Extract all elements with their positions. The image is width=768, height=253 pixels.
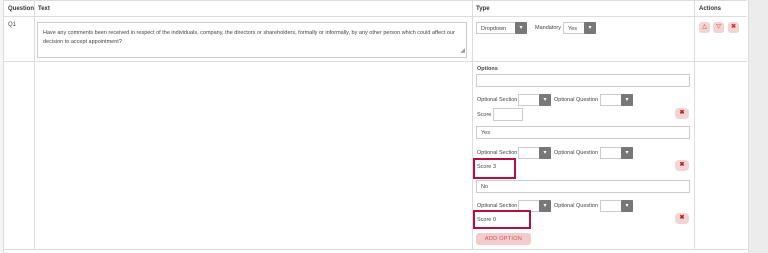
header-text: Text [38,6,50,12]
chevron-down-icon[interactable]: ▾ [539,94,551,106]
option-value: No [481,184,489,190]
question-text: Have any comments been received in respe… [43,30,455,45]
optional-section-select[interactable]: ▾ [518,94,551,106]
remove-option-button[interactable]: ✖ [675,213,689,224]
row-divider [3,61,747,62]
table-bottom-border [3,249,747,250]
page-gutter [748,0,768,253]
header-question: Question [8,6,35,12]
resize-grip-icon[interactable]: ◢ [460,47,465,56]
optional-question-select[interactable]: ▾ [600,94,633,106]
option-value: Yes [481,130,490,136]
score-highlight-box [473,210,531,229]
score-input[interactable] [493,108,523,121]
type-select-value: Dropdown [481,26,507,32]
mandatory-label: Mandatory [535,25,561,31]
header-divider [3,16,747,17]
remove-option-button[interactable]: ✖ [675,160,689,171]
optional-question-label: Optional Question [554,150,599,156]
optional-section-select[interactable]: ▾ [518,147,551,159]
optional-question-select[interactable]: ▾ [600,200,633,212]
option-value-input[interactable] [476,74,690,87]
chevron-down-icon[interactable]: ▾ [621,94,633,106]
close-icon: ✖ [730,24,737,30]
move-up-button[interactable]: △ [699,22,710,33]
delete-question-button[interactable]: ✖ [728,22,739,33]
chevron-down-icon[interactable]: ▾ [584,22,596,34]
chevron-down-icon[interactable]: ▾ [539,200,551,212]
move-down-button[interactable]: ▽ [713,22,724,33]
optional-question-label: Optional Question [554,97,599,103]
optional-section-label: Optional Section [477,97,518,103]
question-id: Q1 [8,22,17,28]
optional-question-select[interactable]: ▾ [600,147,633,159]
score-label: Score [477,112,492,118]
header-actions: Actions [699,6,722,12]
mandatory-select-value: Yes [568,26,577,32]
col-divider-1 [34,0,35,250]
close-icon: ✖ [679,110,685,116]
chevron-down-icon[interactable]: ▾ [621,147,633,159]
question-text-area[interactable]: Have any comments been received in respe… [37,22,467,58]
option-value-input[interactable]: Yes [476,126,690,139]
close-icon: ✖ [679,162,685,168]
optional-section-label: Optional Section [477,150,518,156]
col-divider-3 [694,0,695,250]
options-title: Options [477,66,498,72]
triangle-up-icon: △ [702,24,707,30]
score-highlight-box [473,158,516,179]
optional-question-label: Optional Question [554,203,599,209]
close-icon: ✖ [679,215,685,221]
mandatory-select[interactable]: Yes ▾ [563,22,596,34]
chevron-down-icon[interactable]: ▾ [621,200,633,212]
add-option-button[interactable]: ADD OPTION [476,233,531,245]
optional-section-label: Optional Section [477,203,518,209]
chevron-down-icon[interactable]: ▾ [539,147,551,159]
option-value-input[interactable]: No [476,180,690,193]
remove-option-button[interactable]: ✖ [675,108,689,119]
chevron-down-icon[interactable]: ▾ [515,22,527,34]
triangle-down-icon: ▽ [716,24,721,30]
type-select[interactable]: Dropdown ▾ [476,22,527,34]
header-type: Type [476,6,490,12]
table-top-border [3,0,747,1]
